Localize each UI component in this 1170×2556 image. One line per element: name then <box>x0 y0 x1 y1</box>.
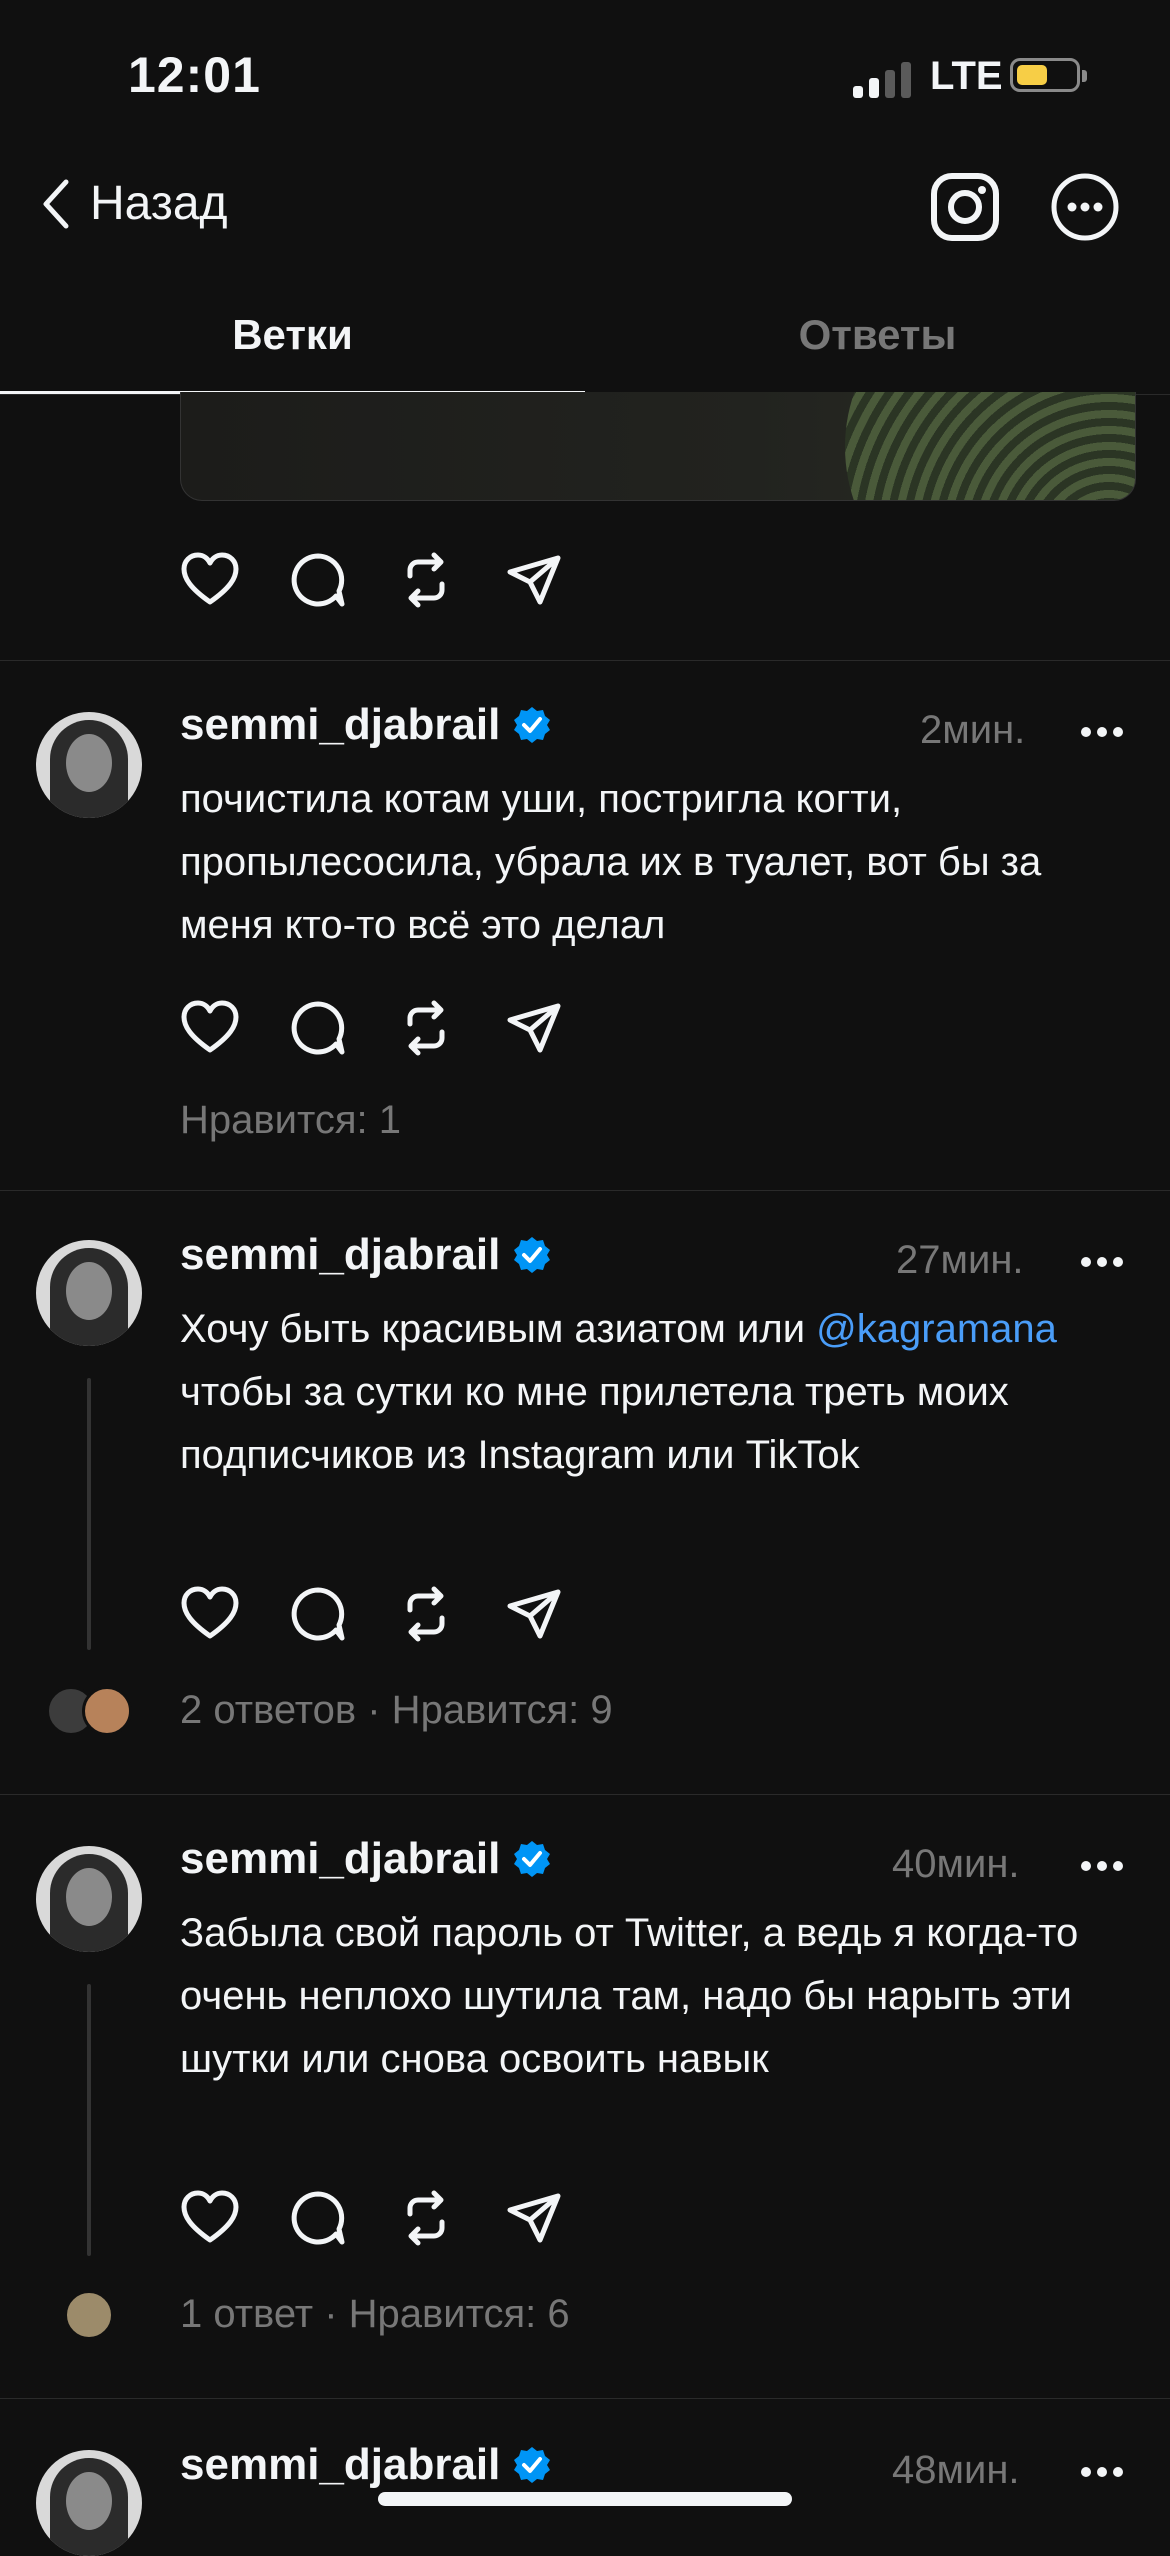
chevron-left-icon <box>43 179 69 228</box>
comment-icon[interactable] <box>288 550 348 610</box>
more-circle-icon[interactable] <box>1050 172 1120 242</box>
username[interactable]: semmi_djabrail <box>180 2440 500 2490</box>
share-icon[interactable] <box>504 550 564 610</box>
post-text: Хочу быть красивым азиатом или @kagraman… <box>180 1307 1057 1477</box>
divider <box>0 660 1170 661</box>
post-actions <box>180 550 564 610</box>
comment-icon[interactable] <box>288 998 348 1058</box>
avatar[interactable] <box>36 1240 142 1346</box>
post-meta[interactable]: 1 ответ · Нравится: 6 <box>180 2292 570 2337</box>
repost-icon[interactable] <box>396 550 456 610</box>
comment-icon[interactable] <box>288 1584 348 1644</box>
heart-icon[interactable] <box>180 2188 240 2248</box>
mention-link[interactable]: @kagramana <box>816 1307 1057 1351</box>
thread-line <box>87 1378 91 1650</box>
divider <box>0 2398 1170 2399</box>
more-icon[interactable] <box>1078 2462 1126 2482</box>
heart-icon[interactable] <box>180 550 240 610</box>
post-time: 40мин. <box>892 1842 1020 1886</box>
post-meta[interactable]: Нравится: 1 <box>180 1098 401 1143</box>
battery-icon <box>1010 58 1087 92</box>
share-icon[interactable] <box>504 1584 564 1644</box>
heart-icon[interactable] <box>180 998 240 1058</box>
reply-avatar <box>64 2290 114 2340</box>
post-time: 2мин. <box>920 708 1026 752</box>
repost-icon[interactable] <box>396 2188 456 2248</box>
post-text: Забыла свой пароль от Twitter, а ведь я … <box>180 1911 1079 2081</box>
post-image[interactable] <box>180 392 1136 501</box>
comment-icon[interactable] <box>288 2188 348 2248</box>
back-button[interactable]: Назад <box>40 176 228 231</box>
more-icon[interactable] <box>1078 722 1126 742</box>
repost-icon[interactable] <box>396 1584 456 1644</box>
share-icon[interactable] <box>504 998 564 1058</box>
avatar[interactable] <box>36 2450 142 2556</box>
post-actions <box>180 998 564 1058</box>
more-icon[interactable] <box>1078 1252 1126 1272</box>
post-author[interactable]: semmi_djabrail <box>180 700 552 750</box>
divider <box>0 1190 1170 1191</box>
share-icon[interactable] <box>504 2188 564 2248</box>
username[interactable]: semmi_djabrail <box>180 700 500 750</box>
reply-avatar <box>82 1686 132 1736</box>
post-author[interactable]: semmi_djabrail <box>180 1230 552 1280</box>
post-actions <box>180 1584 564 1644</box>
verified-badge-icon <box>514 1237 551 1273</box>
tab-threads[interactable]: Ветки <box>0 290 585 394</box>
post-meta[interactable]: 2 ответов · Нравится: 9 <box>180 1688 613 1733</box>
profile-tabs: Ветки Ответы <box>0 290 1170 395</box>
verified-badge-icon <box>514 1841 551 1877</box>
heart-icon[interactable] <box>180 1584 240 1644</box>
tab-replies[interactable]: Ответы <box>585 290 1170 394</box>
post-author[interactable]: semmi_djabrail <box>180 1834 552 1884</box>
post-actions <box>180 2188 564 2248</box>
avatar[interactable] <box>36 1846 142 1952</box>
post-time: 48мин. <box>892 2448 1020 2492</box>
repost-icon[interactable] <box>396 998 456 1058</box>
verified-badge-icon <box>514 2447 551 2483</box>
divider <box>0 1794 1170 1795</box>
verified-badge-icon <box>514 707 551 743</box>
post-author[interactable]: semmi_djabrail <box>180 2440 552 2490</box>
thread-line <box>87 1984 91 2256</box>
cellular-signal-icon <box>853 58 913 98</box>
back-label: Назад <box>90 177 228 230</box>
username[interactable]: semmi_djabrail <box>180 1834 500 1884</box>
instagram-icon[interactable] <box>930 172 1000 242</box>
username[interactable]: semmi_djabrail <box>180 1230 500 1280</box>
post-time: 27мин. <box>896 1238 1024 1282</box>
network-type: LTE <box>930 54 1003 98</box>
home-indicator[interactable] <box>378 2492 792 2506</box>
post-text: почистила котам уши, постригла когти, пр… <box>180 777 1042 947</box>
status-time: 12:01 <box>128 47 261 103</box>
avatar[interactable] <box>36 712 142 818</box>
more-icon[interactable] <box>1078 1856 1126 1876</box>
